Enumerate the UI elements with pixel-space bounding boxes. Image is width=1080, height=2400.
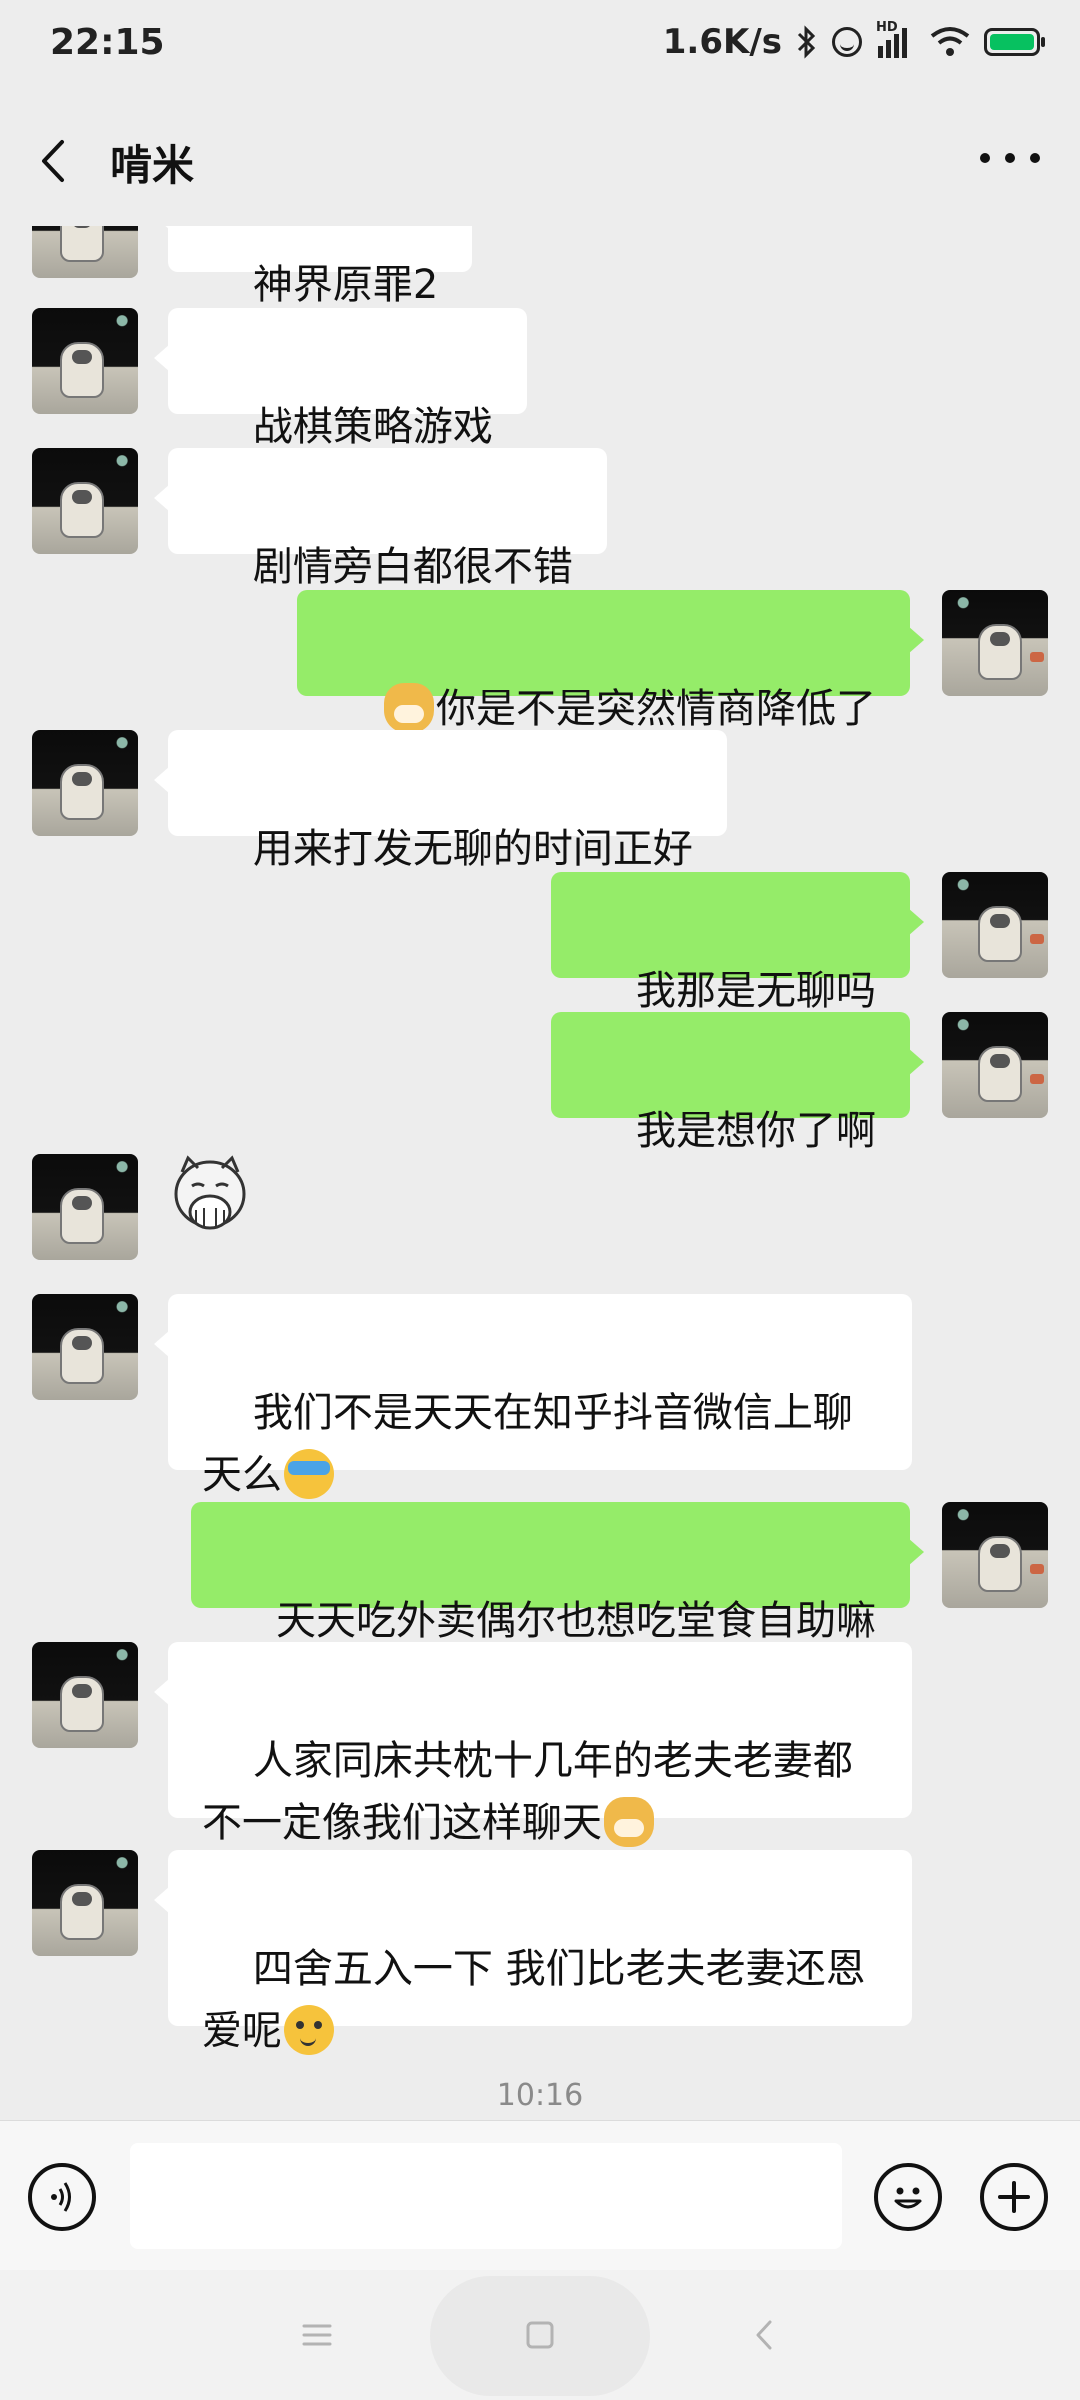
hd-label: HD [876, 20, 898, 35]
avatar-contact[interactable] [32, 730, 138, 836]
more-dot [1005, 153, 1015, 163]
plus-icon [998, 2181, 1030, 2213]
status-bar: 22:15 1.6K/s HD [0, 0, 1080, 96]
avatar-contact[interactable] [32, 1154, 138, 1260]
message-input[interactable] [130, 2143, 842, 2249]
menu-icon[interactable] [292, 2310, 342, 2360]
avatar-self[interactable] [942, 1012, 1048, 1118]
message-bubble-10[interactable]: 人家同床共枕十几年的老夫老妻都不一定像我们这样聊天 [154, 1642, 912, 1847]
message-text: 我那是无聊吗 [636, 968, 876, 1014]
message-text: 我是想你了啊 [636, 1108, 876, 1154]
message-bubble-5[interactable]: 我那是无聊吗 [551, 872, 924, 1014]
bluetooth-icon [797, 25, 816, 59]
cat-sticker-icon[interactable] [168, 1154, 252, 1238]
avatar-contact[interactable] [32, 1850, 138, 1956]
message-text: 神界原罪2 [252, 262, 439, 308]
voice-button[interactable] [28, 2163, 96, 2231]
avatar-contact[interactable] [32, 226, 138, 278]
voice-icon [51, 2182, 71, 2212]
message-list[interactable]: 神界原罪2 战棋策略游戏 剧情旁白都很不错 你是不是突然情商降低了 用来打发无聊… [0, 226, 1080, 2120]
message-text: 你是不是突然情商降低了 [436, 686, 876, 732]
system-nav-bar [0, 2270, 1080, 2400]
plus-button[interactable] [980, 2163, 1048, 2231]
message-bubble-3[interactable]: 你是不是突然情商降低了 [297, 590, 924, 733]
timestamp: 10:16 [496, 2078, 584, 2113]
network-speed: 1.6K/s [662, 22, 782, 62]
avatar-contact[interactable] [32, 1642, 138, 1748]
avatar-self[interactable] [942, 872, 1048, 978]
smirk-emoji-icon [284, 2005, 334, 2055]
message-bubble-2[interactable]: 剧情旁白都很不错 [154, 448, 607, 590]
message-bubble-9[interactable]: 天天吃外卖偶尔也想吃堂食自助嘛 [191, 1502, 924, 1644]
chat-header: 啃米 [0, 96, 1080, 226]
signal-icon: HD [876, 20, 916, 58]
battery-icon [984, 28, 1045, 56]
nav-back-icon[interactable] [740, 2310, 790, 2360]
input-bar [0, 2120, 1080, 2271]
back-button[interactable] [30, 136, 80, 186]
face-status-icon [832, 27, 862, 57]
status-time: 22:15 [50, 22, 165, 63]
message-bubble-8[interactable]: 我们不是天天在知乎抖音微信上聊天么 [154, 1294, 912, 1499]
avatar-contact[interactable] [32, 308, 138, 414]
status-indicators: 1.6K/s HD [662, 20, 1045, 62]
message-bubble-1[interactable]: 战棋策略游戏 [154, 308, 527, 450]
message-text: 剧情旁白都很不错 [252, 544, 573, 590]
emoji-button[interactable] [874, 2163, 942, 2231]
message-text: 用来打发无聊的时间正好 [252, 826, 693, 872]
message-text: 战棋策略游戏 [252, 404, 493, 450]
message-bubble-11[interactable]: 四舍五入一下 我们比老夫老妻还恩爱呢 [154, 1850, 912, 2055]
more-dot [980, 153, 990, 163]
avatar-self[interactable] [942, 590, 1048, 696]
doge-emoji-icon [604, 1797, 654, 1847]
facepalm-emoji-icon [284, 1449, 334, 1499]
message-bubble-4[interactable]: 用来打发无聊的时间正好 [154, 730, 727, 872]
message-bubble-6[interactable]: 我是想你了啊 [551, 1012, 924, 1154]
more-button[interactable] [980, 146, 1040, 170]
more-dot [1030, 153, 1040, 163]
message-text: 人家同床共枕十几年的老夫老妻都不一定像我们这样聊天 [202, 1738, 853, 1846]
avatar-contact[interactable] [32, 1294, 138, 1400]
emoji-icon [894, 2187, 922, 2209]
message-bubble-0[interactable]: 神界原罪2 [153, 226, 473, 308]
message-text: 天天吃外卖偶尔也想吃堂食自助嘛 [276, 1598, 876, 1644]
chat-title: 啃米 [110, 141, 195, 190]
avatar-self[interactable] [942, 1502, 1048, 1608]
avatar-contact[interactable] [32, 448, 138, 554]
home-icon[interactable] [515, 2310, 565, 2360]
doge-emoji-icon [384, 683, 434, 733]
wifi-icon [930, 27, 970, 56]
